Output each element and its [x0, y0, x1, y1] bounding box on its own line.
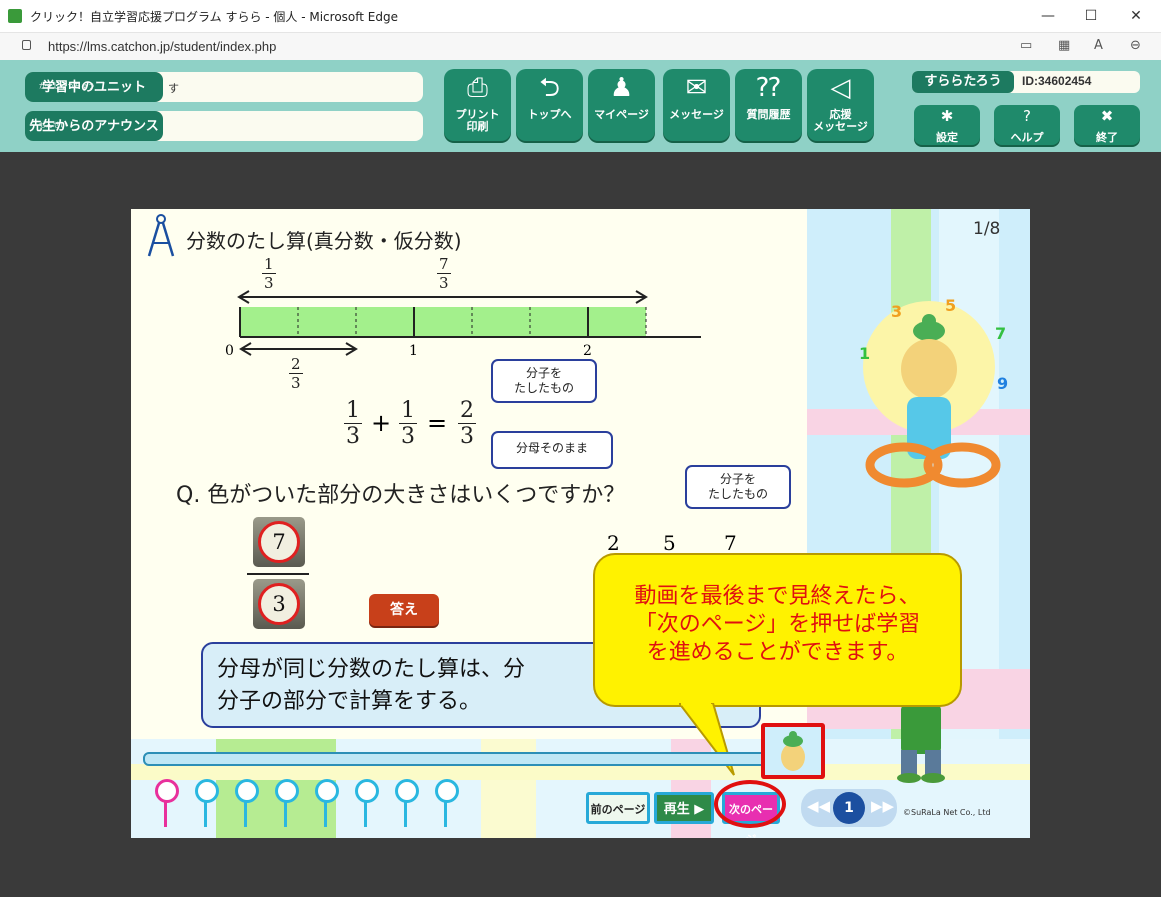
numberline-frac-bottom: 23	[289, 355, 303, 392]
minimize-button[interactable]: —	[1025, 0, 1071, 32]
announcement-box: せんせい 先生からのアナウンス	[25, 111, 423, 141]
person-icon: ♟	[609, 73, 634, 103]
lesson-marker-6[interactable]	[353, 779, 379, 829]
callout-numerator: 分子を たしたもの	[491, 359, 597, 403]
tooltip-tail	[679, 703, 735, 776]
next-button-highlight	[714, 780, 786, 828]
guide-tooltip: 動画を最後まで見終えたら、 「次のページ」を押せば学習 を進めることができます。	[593, 553, 962, 707]
progress-handle-highlight[interactable]	[761, 723, 825, 779]
svg-text:3: 3	[891, 302, 902, 321]
user-id: ID:34602454	[1022, 74, 1092, 88]
qr-icon[interactable]: ▦	[1058, 38, 1070, 53]
page-back-icon[interactable]: ◀◀	[807, 797, 830, 815]
current-unit-box: がくしゅうちゅう 学習中のユニット す	[25, 72, 423, 102]
exit-button[interactable]: ✖ 終了	[1074, 105, 1140, 145]
lesson-marker-7[interactable]	[393, 779, 419, 829]
lesson-marker-4[interactable]	[273, 779, 299, 829]
read-aloud-icon[interactable]: A	[1094, 38, 1103, 53]
window-titlebar: クリック！自立学習応援プログラム すらら - 個人 - Microsoft Ed…	[0, 0, 1161, 33]
question-text: Q. 色がついた部分の大きさはいくつですか？	[176, 483, 626, 508]
mypage-button[interactable]: ♟ マイページ	[588, 69, 655, 141]
answer-numerator-box[interactable]: 7	[253, 517, 305, 567]
page-nav: ◀◀ 1 ▶▶	[801, 789, 897, 827]
numberline-frac-top-a: 13	[262, 255, 276, 292]
callout-numerator-2: 分子を たしたもの	[685, 465, 791, 509]
play-icon: ▶	[694, 802, 705, 817]
page-forward-icon[interactable]: ▶▶	[871, 797, 894, 815]
lesson-title: 分数のたし算(真分数・仮分数)	[186, 229, 462, 253]
buddha-head-icon	[781, 731, 805, 771]
lock-icon	[22, 40, 31, 50]
top-button[interactable]: ⮌ トップへ	[516, 69, 583, 141]
window-title: クリック！自立学習応援プログラム すらら - 個人 - Microsoft Ed…	[30, 10, 398, 24]
lesson-marker-5[interactable]	[313, 779, 339, 829]
tick-0: 0	[225, 343, 234, 359]
tick-2: 2	[583, 343, 592, 359]
question-icon: ?	[1023, 107, 1031, 125]
user-box: すららたろう ID:34602454	[912, 71, 1140, 93]
equation-frac-c: 23	[458, 398, 476, 449]
equation-frac-a: 13	[344, 398, 362, 449]
svg-text:5: 5	[945, 297, 956, 315]
secondary-character	[897, 704, 945, 783]
message-button[interactable]: ✉ メッセージ	[663, 69, 730, 141]
svg-text:7: 7	[995, 324, 1006, 343]
video-progress-bar[interactable]	[143, 752, 787, 766]
user-name: すららたろう	[912, 71, 1014, 93]
partial-value-0: 2	[607, 531, 620, 555]
tutor-character: 3 5 1 7 9	[859, 297, 1008, 488]
return-arrow-icon: ⮌	[539, 73, 560, 103]
svg-text:9: 9	[997, 374, 1008, 393]
equals-sign: =	[427, 409, 448, 437]
tick-1: 1	[409, 343, 418, 359]
lesson-stage: 分数のたし算(真分数・仮分数) 1/8 13 73 0 1 2 23 13 + …	[131, 209, 1030, 838]
partial-value-1: 5	[663, 531, 676, 555]
partial-value-2: 7	[724, 531, 737, 555]
cheer-message-button[interactable]: ◁ 応援 メッセージ	[807, 69, 874, 141]
callout-denominator: 分母そのまま	[491, 431, 613, 469]
maximize-button[interactable]: ☐	[1068, 0, 1114, 32]
envelope-icon: ✉	[685, 73, 708, 103]
print-button[interactable]: ⎙ プリント 印刷	[444, 69, 511, 141]
current-unit-text: す	[168, 82, 179, 95]
copyright: ©SuRaLa Net Co., Ltd	[903, 808, 991, 817]
help-button[interactable]: ? ヘルプ	[994, 105, 1060, 145]
address-bar: https://lms.catchon.jp/student/index.php…	[0, 33, 1161, 61]
plus-sign: +	[371, 409, 392, 437]
printer-icon: ⎙	[467, 73, 488, 103]
svg-text:1: 1	[859, 344, 870, 363]
close-box-icon: ✖	[1100, 107, 1114, 125]
close-button[interactable]: ✕	[1113, 0, 1159, 32]
zoom-icon[interactable]: ⊖	[1130, 38, 1141, 53]
settings-button[interactable]: ✱ 設定	[914, 105, 980, 145]
question-chat-icon: ⁇	[756, 73, 781, 103]
play-button[interactable]: 再生 ▶	[654, 792, 714, 824]
megaphone-icon: ◁	[830, 73, 851, 103]
current-unit-label: がくしゅうちゅう 学習中のユニット	[25, 72, 163, 102]
compass-icon	[147, 214, 175, 257]
numberline-frac-top-b: 73	[437, 255, 451, 292]
fraction-bar	[247, 573, 309, 575]
equation-frac-b: 13	[399, 398, 417, 449]
device-icon[interactable]: ▭	[1020, 38, 1032, 53]
answer-button[interactable]: 答え	[369, 594, 439, 626]
announcement-label: せんせい 先生からのアナウンス	[25, 111, 163, 141]
lesson-marker-2[interactable]	[193, 779, 219, 829]
gear-icon: ✱	[940, 107, 954, 125]
lesson-marker-1[interactable]	[153, 779, 179, 829]
answer-denominator-box[interactable]: 3	[253, 579, 305, 629]
lesson-marker-8[interactable]	[433, 779, 459, 829]
page-counter: 1/8	[973, 219, 1001, 239]
app-icon	[8, 9, 22, 23]
number-line	[237, 290, 701, 356]
page-number-badge: 1	[833, 792, 865, 824]
lesson-marker-3[interactable]	[233, 779, 259, 829]
prev-page-button[interactable]: 前のページ	[586, 792, 650, 824]
question-history-button[interactable]: ⁇ 質問履歴	[735, 69, 802, 141]
url-field[interactable]: https://lms.catchon.jp/student/index.php	[48, 39, 276, 54]
